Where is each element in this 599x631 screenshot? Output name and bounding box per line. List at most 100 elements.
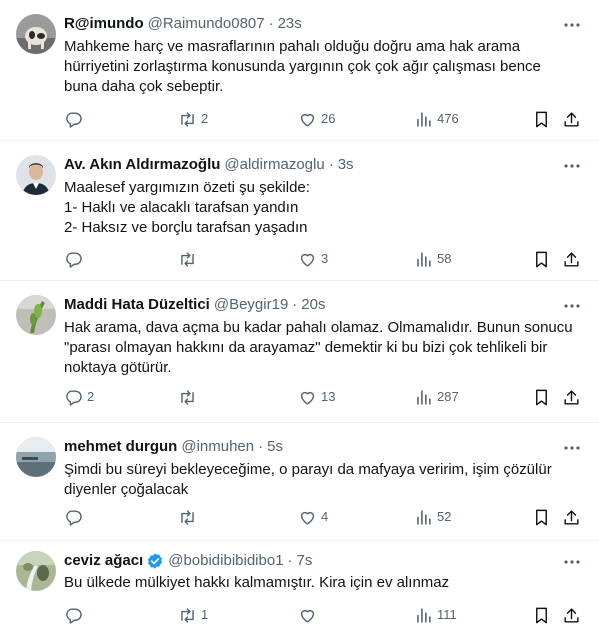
share-button[interactable] [562,605,581,625]
tweet-text: Şimdi bu süreyi bekleyeceğime, o parayı … [64,461,552,498]
tweet-header: Maddi Hata Düzeltici @Beygir19 · 20s [64,295,555,315]
like-icon [298,388,317,407]
share-icon [562,508,581,527]
more-icon[interactable] [563,297,581,315]
reply-button[interactable] [64,249,87,269]
like-count: 13 [321,389,336,404]
timestamp[interactable]: 5s [267,437,283,457]
views-button[interactable]: 476 [414,109,459,129]
share-icon [562,388,581,407]
action-bar: 2 26 476 [58,109,590,129]
bookmark-button[interactable] [532,109,551,129]
views-count: 476 [437,111,459,126]
bookmark-button[interactable] [532,507,551,527]
timestamp[interactable]: 7s [297,551,313,571]
share-icon [562,606,581,625]
bookmark-button[interactable] [532,249,551,269]
display-name[interactable]: R@imundo [64,14,144,34]
bookmark-button[interactable] [532,387,551,407]
reply-icon [64,606,83,625]
tweet-text: Hak arama, dava açma bu kadar pahalı ola… [64,319,573,376]
retweet-button[interactable]: 1 [178,605,208,625]
reply-button[interactable] [64,605,87,625]
views-icon [414,606,433,625]
views-button[interactable]: 287 [414,387,459,407]
more-icon[interactable] [563,16,581,34]
avatar[interactable] [16,155,56,195]
share-button[interactable] [562,507,581,527]
avatar[interactable] [16,295,56,335]
user-handle[interactable]: @inmuhen [181,437,254,457]
action-bar: 3 58 [58,249,590,269]
tweet[interactable]: mehmet durgun @inmuhen · 5s Şimdi bu sür… [0,423,599,541]
tweet[interactable]: Av. Akın Aldırmazoğlu @aldirmazoglu · 3s… [0,141,599,281]
tweet[interactable]: R@imundo @Raimundo0807 · 23s Mahkeme har… [0,0,599,141]
share-icon [562,110,581,129]
avatar[interactable] [16,14,56,54]
user-handle[interactable]: @Raimundo0807 [148,14,265,34]
more-icon[interactable] [563,157,581,175]
tweet-header: ceviz ağacı @bobidibibidibo1 · 7s [64,551,555,571]
display-name[interactable]: Av. Akın Aldırmazoğlu [64,155,220,175]
display-name[interactable]: Maddi Hata Düzeltici [64,295,210,315]
retweet-button[interactable] [178,507,201,527]
tweet[interactable]: ceviz ağacı @bobidibibidibo1 · 7s Bu ülk… [0,541,599,631]
like-icon [298,606,317,625]
like-button[interactable] [298,605,321,625]
timestamp[interactable]: 3s [338,155,354,175]
reply-icon [64,508,83,527]
separator-dot: · [292,296,298,313]
tweet[interactable]: Maddi Hata Düzeltici @Beygir19 · 20s Hak… [0,281,599,423]
timeline: R@imundo @Raimundo0807 · 23s Mahkeme har… [0,0,599,631]
separator-dot: · [328,156,334,173]
like-icon [298,250,317,269]
like-button[interactable]: 3 [298,249,328,269]
reply-icon [64,250,83,269]
views-button[interactable]: 52 [414,507,451,527]
views-icon [414,388,433,407]
reply-count: 2 [87,389,95,404]
avatar[interactable] [16,551,56,591]
more-icon[interactable] [563,439,581,457]
reply-button[interactable] [64,109,87,129]
retweet-button[interactable] [178,249,201,269]
views-icon [414,250,433,269]
reply-button[interactable] [64,507,87,527]
user-handle[interactable]: @aldirmazoglu [224,155,324,175]
display-name[interactable]: ceviz ağacı [64,551,143,571]
retweet-icon [178,606,197,625]
display-name[interactable]: mehmet durgun [64,437,177,457]
more-icon[interactable] [563,553,581,571]
timestamp[interactable]: 23s [278,14,302,34]
like-button[interactable]: 26 [298,109,335,129]
tweet-text: Mahkeme harç ve masraflarının pahalı old… [64,38,541,95]
like-icon [298,508,317,527]
user-handle[interactable]: @Beygir19 [214,295,288,315]
retweet-button[interactable] [178,387,201,407]
retweet-button[interactable]: 2 [178,109,208,129]
views-button[interactable]: 58 [414,249,451,269]
views-count: 58 [437,251,452,266]
share-button[interactable] [562,387,581,407]
bookmark-button[interactable] [532,605,551,625]
verified-icon [146,552,164,570]
bookmark-icon [532,388,551,407]
like-count: 3 [321,251,329,266]
bookmark-icon [532,508,551,527]
share-button[interactable] [562,109,581,129]
like-button[interactable]: 4 [298,507,328,527]
timestamp[interactable]: 20s [301,295,325,315]
retweet-icon [178,110,197,129]
views-button[interactable]: 111 [414,605,457,625]
separator-dot: · [268,15,274,32]
like-button[interactable]: 13 [298,387,335,407]
views-count: 111 [437,607,457,622]
separator-dot: · [258,438,264,455]
avatar[interactable] [16,437,56,477]
retweet-count: 1 [201,607,209,622]
share-button[interactable] [562,249,581,269]
tweet-text: Maalesef yargımızın özeti şu şekilde: 1-… [64,179,310,236]
reply-button[interactable]: 2 [64,387,94,407]
retweet-icon [178,250,197,269]
user-handle[interactable]: @bobidibibidibo1 [168,551,283,571]
